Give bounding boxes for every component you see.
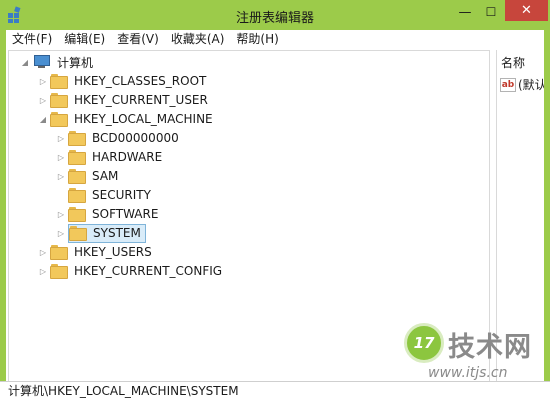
tree-node-label: HKEY_CLASSES_ROOT <box>74 74 207 88</box>
menu-favorites[interactable]: 收藏夹(A) <box>165 30 231 49</box>
close-button[interactable]: ✕ <box>505 0 548 21</box>
menu-view[interactable]: 查看(V) <box>111 30 165 49</box>
watermark-brand: 技术网 <box>448 332 532 363</box>
tree-node-hkey-local-machine[interactable]: ◢ HKEY_LOCAL_MACHINE <box>37 110 215 128</box>
folder-icon <box>50 93 68 108</box>
watermark: 17 技术网 www.itjs.cn <box>404 323 544 389</box>
computer-icon <box>32 55 50 69</box>
string-value-icon: ab <box>500 77 516 92</box>
tree-node-hkey-classes-root[interactable]: ▷ HKEY_CLASSES_ROOT <box>37 72 208 90</box>
tree-node-system[interactable]: ▷ SYSTEM <box>55 223 146 243</box>
expand-arrow-icon[interactable]: ▷ <box>37 75 49 87</box>
folder-icon <box>68 169 86 184</box>
registry-editor-window: 注册表编辑器 — ☐ ✕ 文件(F) 编辑(E) 查看(V) 收藏夹(A) 帮助… <box>0 0 550 400</box>
tree-node-hkey-current-user[interactable]: ▷ HKEY_CURRENT_USER <box>37 91 210 109</box>
expand-arrow-icon[interactable]: ▷ <box>55 208 67 220</box>
folder-open-icon <box>50 112 68 127</box>
folder-icon <box>68 188 86 203</box>
tree-node-label: SOFTWARE <box>92 207 159 221</box>
column-header-name[interactable]: 名称 <box>501 54 525 71</box>
tree-node-label: HKEY_CURRENT_USER <box>74 93 208 107</box>
tree-node-label: HARDWARE <box>92 150 163 164</box>
tree-node-label: SYSTEM <box>93 226 141 240</box>
tree-node-label: SAM <box>92 169 119 183</box>
tree-node-hkey-current-config[interactable]: ▷ HKEY_CURRENT_CONFIG <box>37 262 224 280</box>
value-name: (默认 <box>518 78 544 92</box>
folder-icon <box>69 226 87 241</box>
value-row-default[interactable]: ab (默认 <box>500 76 544 93</box>
tree-node-software[interactable]: ▷ SOFTWARE <box>55 205 160 223</box>
tree-node-label: SECURITY <box>92 188 151 202</box>
collapse-arrow-icon[interactable]: ◢ <box>19 56 31 68</box>
expand-arrow-icon[interactable]: ▷ <box>55 170 67 182</box>
expand-arrow-icon[interactable]: ▷ <box>55 151 67 163</box>
folder-icon <box>68 150 86 165</box>
folder-icon <box>68 131 86 146</box>
tree-node-label: HKEY_CURRENT_CONFIG <box>74 264 223 278</box>
tree-node-label: BCD00000000 <box>92 131 179 145</box>
collapse-arrow-icon[interactable]: ◢ <box>37 113 49 125</box>
tree-node-bcd00000000[interactable]: ▷ BCD00000000 <box>55 129 181 147</box>
expand-arrow-icon[interactable]: ▷ <box>55 132 67 144</box>
title-bar[interactable]: 注册表编辑器 — ☐ ✕ <box>0 0 550 30</box>
tree-node-hardware[interactable]: ▷ HARDWARE <box>55 148 164 166</box>
menu-file[interactable]: 文件(F) <box>6 30 58 49</box>
maximize-button[interactable]: ☐ <box>478 0 504 24</box>
tree-node-label: HKEY_LOCAL_MACHINE <box>74 112 213 126</box>
tree-node-computer[interactable]: ◢ 计算机 <box>19 53 95 71</box>
expand-arrow-icon[interactable]: ▷ <box>37 246 49 258</box>
tree-node-sam[interactable]: ▷ SAM <box>55 167 120 185</box>
expand-arrow-icon[interactable]: ▷ <box>37 94 49 106</box>
folder-icon <box>68 207 86 222</box>
menu-bar: 文件(F) 编辑(E) 查看(V) 收藏夹(A) 帮助(H) <box>6 30 544 49</box>
folder-icon <box>50 245 68 260</box>
tree-node-security[interactable]: SECURITY <box>55 186 153 204</box>
watermark-url: www.itjs.cn <box>428 365 508 381</box>
menu-edit[interactable]: 编辑(E) <box>58 30 111 49</box>
tree-node-hkey-users[interactable]: ▷ HKEY_USERS <box>37 243 154 261</box>
watermark-logo: 17 <box>404 323 444 363</box>
tree-node-label: HKEY_USERS <box>74 245 152 259</box>
selection-highlight: SYSTEM <box>68 223 146 243</box>
expand-arrow-icon[interactable]: ▷ <box>55 227 67 239</box>
folder-icon <box>50 264 68 279</box>
minimize-button[interactable]: — <box>453 0 477 24</box>
folder-icon <box>50 74 68 89</box>
menu-help[interactable]: 帮助(H) <box>230 30 284 49</box>
no-children-spacer <box>55 189 67 201</box>
tree-node-label: 计算机 <box>57 55 94 70</box>
expand-arrow-icon[interactable]: ▷ <box>37 265 49 277</box>
